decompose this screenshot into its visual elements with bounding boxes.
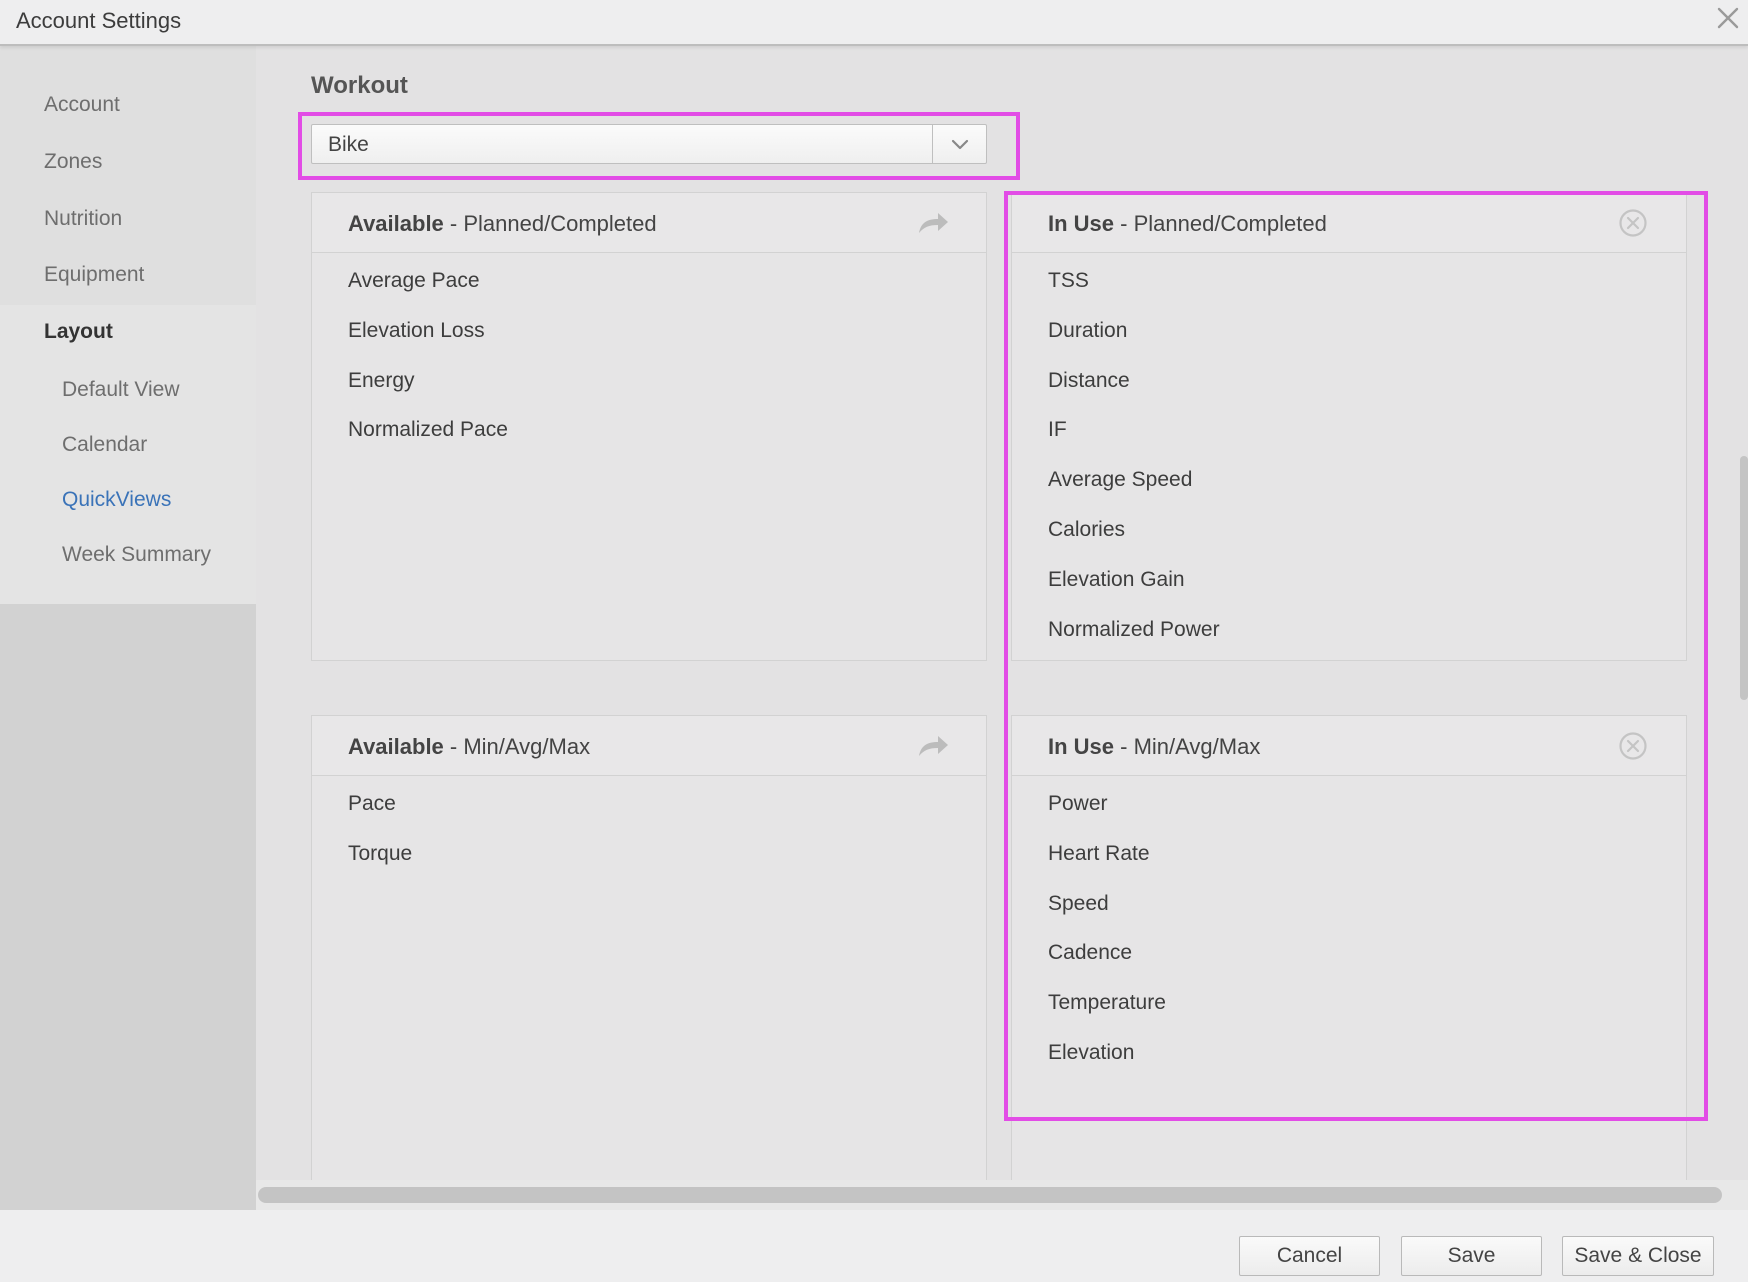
panel-header: Available - Min/Avg/Max — [312, 716, 986, 776]
list-item[interactable]: Normalized Power — [1048, 609, 1220, 659]
available-minavgmax-list: Pace Torque — [348, 783, 412, 883]
save-button[interactable]: Save — [1401, 1236, 1542, 1276]
inuse-minavgmax-list: Power Heart Rate Speed Cadence Temperatu… — [1048, 783, 1166, 1082]
sidebar-item-zones[interactable]: Zones — [44, 150, 102, 174]
list-item[interactable]: Distance — [1048, 360, 1220, 410]
workout-type-select[interactable]: Bike — [311, 124, 987, 164]
workout-section-title: Workout — [311, 72, 408, 99]
inuse-planned-list: TSS Duration Distance IF Average Speed C… — [1048, 260, 1220, 658]
list-item[interactable]: Normalized Pace — [348, 409, 508, 459]
panel-title: In Use - Min/Avg/Max — [1048, 734, 1261, 759]
sidebar-item-week-summary[interactable]: Week Summary — [62, 543, 211, 567]
cancel-button[interactable]: Cancel — [1239, 1236, 1380, 1276]
list-item[interactable]: Elevation Gain — [1048, 559, 1220, 609]
close-icon[interactable] — [1712, 2, 1744, 34]
list-item[interactable]: Temperature — [1048, 982, 1166, 1032]
chevron-down-icon[interactable] — [932, 125, 986, 163]
list-item[interactable]: TSS — [1048, 260, 1220, 310]
list-item[interactable]: Elevation — [1048, 1032, 1166, 1082]
sidebar-item-default-view[interactable]: Default View — [62, 378, 180, 402]
list-item[interactable]: Power — [1048, 783, 1166, 833]
list-item[interactable]: Elevation Loss — [348, 310, 508, 360]
list-item[interactable]: Average Speed — [1048, 459, 1220, 509]
vertical-scrollbar[interactable] — [1740, 456, 1748, 700]
panel-header: Available - Planned/Completed — [312, 193, 986, 253]
remove-circle-icon[interactable] — [1616, 732, 1650, 760]
list-item[interactable]: Heart Rate — [1048, 833, 1166, 883]
window-title: Account Settings — [16, 8, 182, 33]
inuse-planned-panel: In Use - Planned/Completed TSS Duration … — [1011, 192, 1687, 661]
sidebar-item-account[interactable]: Account — [44, 93, 120, 117]
panel-title: Available - Planned/Completed — [348, 211, 657, 236]
panel-header: In Use - Min/Avg/Max — [1012, 716, 1686, 776]
list-item[interactable]: Energy — [348, 360, 508, 410]
list-item[interactable]: Calories — [1048, 509, 1220, 559]
list-item[interactable]: Speed — [1048, 883, 1166, 933]
list-item[interactable]: Torque — [348, 833, 412, 883]
title-bar: Account Settings — [0, 0, 1748, 46]
list-item[interactable]: Duration — [1048, 310, 1220, 360]
sidebar-item-nutrition[interactable]: Nutrition — [44, 207, 122, 231]
inuse-minavgmax-panel: In Use - Min/Avg/Max Power Heart Rate Sp… — [1011, 715, 1687, 1180]
list-item[interactable]: Pace — [348, 783, 412, 833]
available-planned-panel: Available - Planned/Completed Average Pa… — [311, 192, 987, 661]
share-arrow-icon[interactable] — [916, 209, 950, 237]
sidebar-item-layout[interactable]: Layout — [44, 320, 113, 344]
list-item[interactable]: Average Pace — [348, 260, 508, 310]
panel-header: In Use - Planned/Completed — [1012, 193, 1686, 253]
list-item[interactable]: IF — [1048, 409, 1220, 459]
share-arrow-icon[interactable] — [916, 732, 950, 760]
horizontal-scrollbar[interactable] — [258, 1187, 1722, 1203]
workout-type-value: Bike — [328, 133, 369, 156]
available-minavgmax-panel: Available - Min/Avg/Max Pace Torque — [311, 715, 987, 1180]
sidebar-item-equipment[interactable]: Equipment — [44, 263, 144, 287]
sidebar — [0, 46, 256, 1210]
list-item[interactable]: Cadence — [1048, 932, 1166, 982]
available-planned-list: Average Pace Elevation Loss Energy Norma… — [348, 260, 508, 459]
sidebar-item-quickviews[interactable]: QuickViews — [62, 488, 171, 512]
remove-circle-icon[interactable] — [1616, 209, 1650, 237]
panel-title: In Use - Planned/Completed — [1048, 211, 1327, 236]
panel-title: Available - Min/Avg/Max — [348, 734, 591, 759]
sidebar-item-calendar[interactable]: Calendar — [62, 433, 147, 457]
save-close-button[interactable]: Save & Close — [1562, 1236, 1714, 1276]
